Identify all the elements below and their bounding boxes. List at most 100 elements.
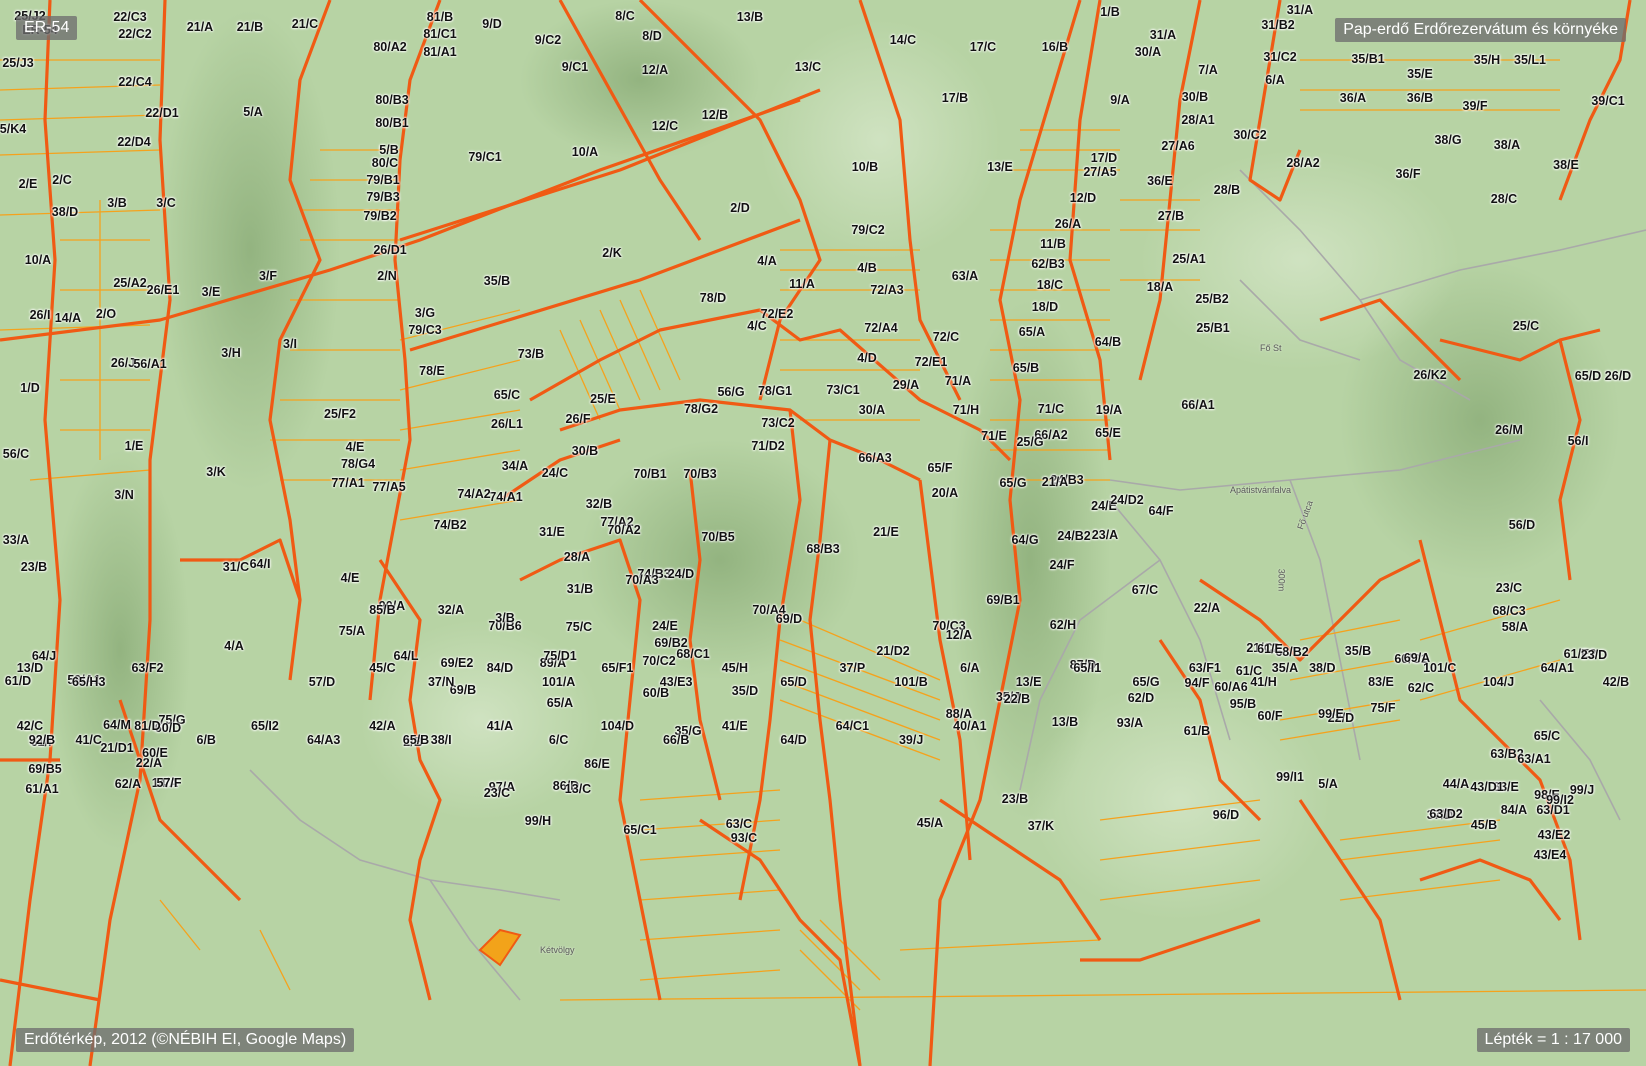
stand-label[interactable]: 99/I1 — [1276, 771, 1304, 784]
stand-label[interactable]: 61/A1 — [25, 783, 58, 796]
stand-label[interactable]: 21/D2 — [876, 645, 909, 658]
stand-label[interactable]: 64/F — [1148, 505, 1173, 518]
stand-label[interactable]: 19/A — [1096, 404, 1122, 417]
stand-label[interactable]: 73/C2 — [761, 417, 794, 430]
stand-label[interactable]: 4/C — [747, 320, 766, 333]
stand-label[interactable]: 39/F — [1462, 100, 1487, 113]
stand-label[interactable]: 37/P — [840, 662, 866, 675]
stand-label[interactable]: 57/F — [156, 777, 181, 790]
forest-map[interactable]: 25/J222/C321/A21/B21/C81/B9/D8/C13/B1/B3… — [0, 0, 1646, 1066]
stand-label[interactable]: 3/B — [107, 197, 126, 210]
stand-label[interactable]: 78/G1 — [758, 385, 792, 398]
stand-label[interactable]: 101/A — [542, 676, 575, 689]
stand-label[interactable]: 25/B2 — [1195, 293, 1228, 306]
stand-label[interactable]: 64/M — [103, 719, 131, 732]
stand-label[interactable]: 66/A3 — [858, 452, 891, 465]
stand-label[interactable]: 23/C — [484, 787, 510, 800]
stand-label[interactable]: 2/E — [19, 178, 38, 191]
stand-label[interactable]: 5/A — [243, 106, 262, 119]
stand-label[interactable]: 36/F — [1395, 168, 1420, 181]
stand-label[interactable]: 70/B3 — [683, 468, 716, 481]
stand-label[interactable]: 77/A1 — [331, 477, 364, 490]
stand-label[interactable]: 96/D — [1213, 809, 1239, 822]
stand-label[interactable]: 61/E — [1257, 643, 1283, 656]
stand-label[interactable]: 21/E — [873, 526, 899, 539]
stand-label[interactable]: 42/B — [1603, 676, 1629, 689]
stand-label[interactable]: 41/H — [1250, 676, 1276, 689]
stand-label[interactable]: 74/A1 — [489, 491, 522, 504]
stand-label[interactable]: 80/B3 — [375, 94, 408, 107]
stand-label[interactable]: 99/J — [1570, 784, 1594, 797]
stand-label[interactable]: 65/I1 — [1073, 662, 1101, 675]
stand-label[interactable]: 43/E3 — [660, 676, 693, 689]
stand-label[interactable]: 37/N — [428, 676, 454, 689]
stand-label[interactable]: 75/F — [1370, 702, 1395, 715]
stand-label[interactable]: 24/F — [1049, 559, 1074, 572]
stand-label[interactable]: 104/J — [1483, 676, 1514, 689]
stand-label[interactable]: 28/B — [1214, 184, 1240, 197]
stand-label[interactable]: 69/B5 — [28, 763, 61, 776]
stand-label[interactable]: 12/D — [1070, 192, 1096, 205]
stand-label[interactable]: 56/C — [3, 448, 29, 461]
stand-label[interactable]: 36/A — [1340, 92, 1366, 105]
stand-label[interactable]: 23/B — [21, 561, 47, 574]
stand-label[interactable]: 78/E — [419, 365, 445, 378]
stand-label[interactable]: 58/A — [1502, 621, 1528, 634]
stand-label[interactable]: 35/E — [1407, 68, 1433, 81]
stand-label[interactable]: 66/B — [663, 734, 689, 747]
stand-label[interactable]: 68/C1 — [676, 648, 709, 661]
stand-label[interactable]: 23/C — [1496, 582, 1522, 595]
stand-label[interactable]: 26/M — [1495, 424, 1523, 437]
stand-label[interactable]: 28/C — [1491, 193, 1517, 206]
stand-label[interactable]: 65/G — [999, 477, 1026, 490]
stand-label[interactable]: 45/B — [1471, 819, 1497, 832]
stand-label[interactable]: 2/O — [96, 308, 116, 321]
stand-label[interactable]: 43/E4 — [1534, 849, 1567, 862]
stand-label[interactable]: 56/I — [1568, 435, 1589, 448]
stand-label[interactable]: 64/L — [393, 650, 418, 663]
stand-label[interactable]: 1/D — [20, 382, 39, 395]
stand-label[interactable]: 25/B1 — [1196, 322, 1229, 335]
stand-label[interactable]: 62/B3 — [1031, 258, 1064, 271]
stand-label[interactable]: 3/I — [283, 338, 297, 351]
stand-label[interactable]: 30/A — [859, 404, 885, 417]
stand-label[interactable]: 9/D — [482, 18, 501, 31]
stand-label[interactable]: 72/A3 — [870, 284, 903, 297]
stand-label[interactable]: 64/G — [1011, 534, 1038, 547]
stand-label[interactable]: 65/C1 — [623, 824, 656, 837]
stand-label[interactable]: 4/B — [857, 262, 876, 275]
stand-label[interactable]: 65/I2 — [251, 720, 279, 733]
stand-label[interactable]: 28/A2 — [1286, 157, 1319, 170]
stand-label[interactable]: 35/A — [1272, 662, 1298, 675]
stand-label[interactable]: 4/E — [341, 572, 360, 585]
stand-label[interactable]: 79/C2 — [851, 224, 884, 237]
stand-label[interactable]: 10/B — [852, 161, 878, 174]
stand-label[interactable]: 35/B — [1345, 645, 1371, 658]
stand-label[interactable]: 38/D — [1309, 662, 1335, 675]
stand-label[interactable]: 3/H — [221, 347, 240, 360]
stand-label[interactable]: 8/D — [642, 30, 661, 43]
stand-label[interactable]: 41/A — [487, 720, 513, 733]
stand-label[interactable]: 62/H — [1050, 619, 1076, 632]
stand-label[interactable]: 72/E1 — [915, 356, 948, 369]
stand-label[interactable]: 25/J3 — [2, 57, 33, 70]
stand-label[interactable]: 62/A — [115, 778, 141, 791]
stand-label[interactable]: 41/C — [76, 734, 102, 747]
stand-label[interactable]: 13/B — [1052, 716, 1078, 729]
stand-label[interactable]: 2/K — [602, 247, 621, 260]
stand-label[interactable]: 36/B — [1407, 92, 1433, 105]
stand-label[interactable]: 3/G — [415, 307, 435, 320]
stand-label[interactable]: 81/C1 — [423, 28, 456, 41]
stand-label[interactable]: 24/D2 — [1110, 494, 1143, 507]
stand-label[interactable]: 28/A1 — [1181, 114, 1214, 127]
stand-label[interactable]: 35/B1 — [1351, 53, 1384, 66]
stand-label[interactable]: 45/H — [722, 662, 748, 675]
stand-label[interactable]: 9/A — [1110, 94, 1129, 107]
stand-label[interactable]: 79/C3 — [408, 324, 441, 337]
stand-label[interactable]: 7/A — [1198, 64, 1217, 77]
stand-label[interactable]: 25/E — [590, 393, 616, 406]
stand-label[interactable]: 1/B — [1100, 6, 1119, 19]
stand-label[interactable]: 22/B — [1004, 693, 1030, 706]
stand-label[interactable]: 13/E — [987, 161, 1013, 174]
stand-label[interactable]: 12/A — [642, 64, 668, 77]
